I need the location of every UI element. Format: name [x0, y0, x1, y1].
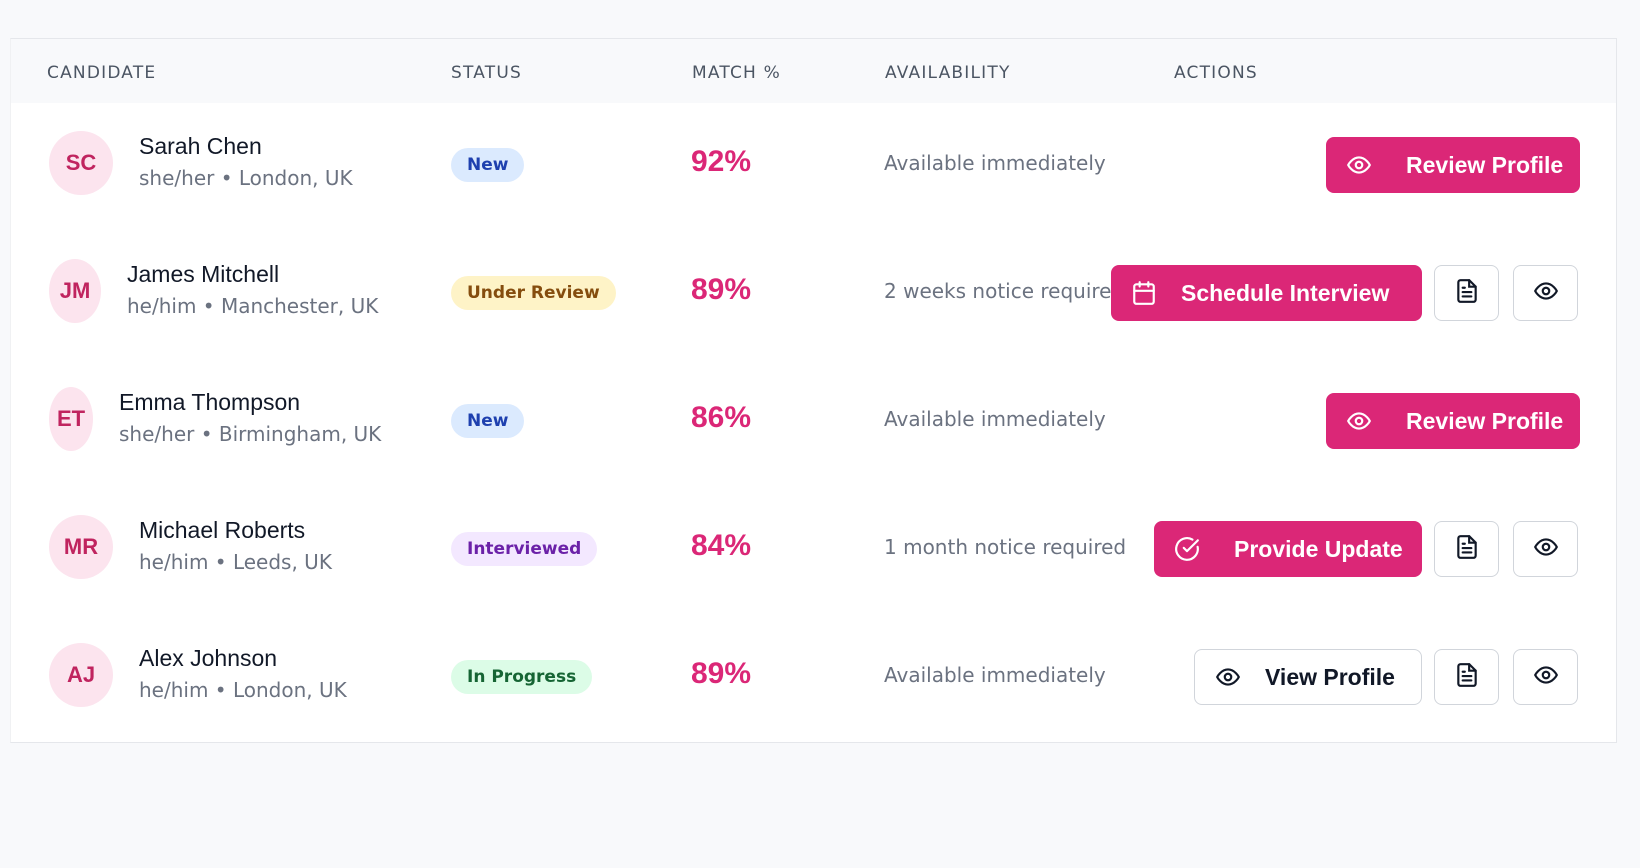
match-percent: 86%: [691, 401, 752, 434]
table-row: AJ Alex Johnson he/him • London, UK In P…: [11, 615, 1616, 743]
candidate-meta: he/him • Leeds, UK: [139, 550, 332, 574]
preview-button[interactable]: [1513, 521, 1578, 577]
header-status: STATUS: [451, 63, 522, 83]
availability-text: 1 month notice required: [884, 535, 1127, 559]
avatar: SC: [49, 131, 113, 195]
candidate-name: Sarah Chen: [139, 133, 262, 159]
availability-text: Available immediately: [884, 407, 1106, 431]
candidate-meta: he/him • London, UK: [139, 678, 347, 702]
document-icon: [1454, 662, 1480, 692]
candidates-table: CANDIDATE STATUS MATCH % AVAILABILITY AC…: [10, 38, 1617, 743]
eye-icon: [1533, 278, 1559, 308]
candidate-name: Emma Thompson: [119, 389, 301, 415]
eye-icon: [1346, 408, 1372, 434]
avatar: MR: [49, 515, 113, 579]
status-badge: In Progress: [451, 660, 593, 694]
review-profile-button[interactable]: Review Profile: [1326, 393, 1580, 449]
button-label: Schedule Interview: [1181, 279, 1390, 306]
header-availability: AVAILABILITY: [885, 63, 1011, 83]
candidate-meta: she/her • Birmingham, UK: [119, 422, 382, 446]
match-percent: 92%: [691, 145, 752, 178]
status-badge: New: [451, 404, 525, 438]
candidate-meta: he/him • Manchester, UK: [127, 294, 379, 318]
button-label: Review Profile: [1406, 407, 1564, 434]
avatar: JM: [49, 259, 101, 323]
schedule-interview-button[interactable]: Schedule Interview: [1111, 265, 1422, 321]
button-label: Review Profile: [1406, 151, 1564, 178]
status-badge: Under Review: [451, 276, 616, 310]
header-match: MATCH %: [692, 63, 781, 83]
provide-update-button[interactable]: Provide Update: [1154, 521, 1422, 577]
document-icon: [1454, 534, 1480, 564]
view-resume-button[interactable]: [1434, 521, 1499, 577]
match-percent: 89%: [691, 273, 752, 306]
availability-text: Available immediately: [884, 151, 1106, 175]
candidate-name: Michael Roberts: [139, 517, 306, 543]
table-row: JM James Mitchell he/him • Manchester, U…: [11, 231, 1616, 359]
status-badge: New: [451, 148, 525, 182]
preview-button[interactable]: [1513, 265, 1578, 321]
check-circle-icon: [1174, 536, 1200, 562]
review-profile-button[interactable]: Review Profile: [1326, 137, 1580, 193]
document-icon: [1454, 278, 1480, 308]
header-candidate: CANDIDATE: [47, 63, 157, 83]
match-percent: 84%: [691, 529, 752, 562]
eye-icon: [1215, 664, 1241, 690]
button-label: View Profile: [1265, 663, 1395, 690]
table-row: ET Emma Thompson she/her • Birmingham, U…: [11, 359, 1616, 487]
match-percent: 89%: [691, 657, 752, 690]
view-resume-button[interactable]: [1434, 265, 1499, 321]
header-actions: ACTIONS: [1174, 63, 1258, 83]
eye-icon: [1533, 662, 1559, 692]
table-header: CANDIDATE STATUS MATCH % AVAILABILITY AC…: [11, 39, 1616, 103]
availability-text: Available immediately: [884, 663, 1106, 687]
view-resume-button[interactable]: [1434, 649, 1499, 705]
availability-text: 2 weeks notice required: [884, 279, 1119, 303]
eye-icon: [1533, 534, 1559, 564]
candidate-meta: she/her • London, UK: [139, 166, 353, 190]
avatar: ET: [49, 387, 93, 451]
preview-button[interactable]: [1513, 649, 1578, 705]
eye-icon: [1346, 152, 1372, 178]
status-badge: Interviewed: [451, 532, 598, 566]
candidate-name: James Mitchell: [127, 261, 280, 287]
calendar-icon: [1131, 280, 1157, 306]
view-profile-button[interactable]: View Profile: [1194, 649, 1422, 705]
button-label: Provide Update: [1234, 535, 1403, 562]
candidate-name: Alex Johnson: [139, 645, 278, 671]
avatar: AJ: [49, 643, 113, 707]
table-row: SC Sarah Chen she/her • London, UK New 9…: [11, 103, 1616, 231]
table-row: MR Michael Roberts he/him • Leeds, UK In…: [11, 487, 1616, 615]
